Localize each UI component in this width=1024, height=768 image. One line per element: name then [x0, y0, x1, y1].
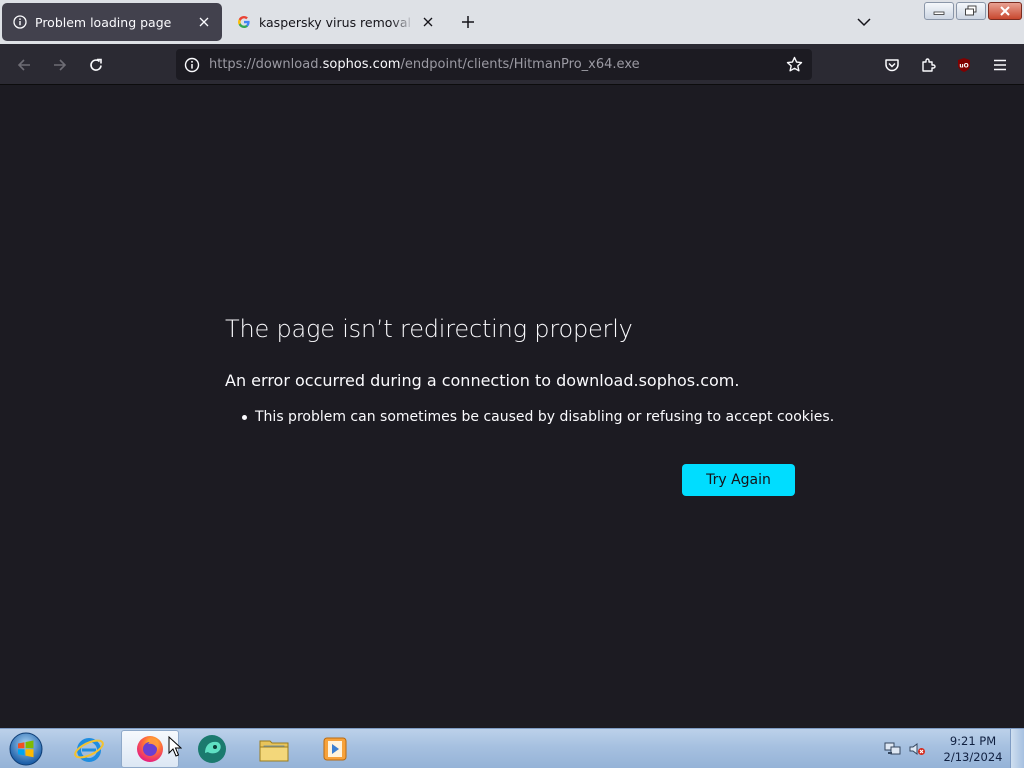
system-clock[interactable]: 9:21 PM 2/13/2024: [942, 733, 1004, 765]
mouse-cursor-icon: [168, 736, 182, 757]
error-reason-item: This problem can sometimes be caused by …: [242, 409, 834, 425]
taskbar: 9:21 PM 2/13/2024: [0, 728, 1024, 768]
extensions-button[interactable]: [915, 52, 941, 78]
error-page: The page isn’t redirecting properly An e…: [0, 85, 1024, 728]
restore-icon: [965, 5, 977, 16]
google-icon: [236, 14, 252, 30]
url-path: /endpoint/clients/HitmanPro_x64.exe: [400, 57, 640, 72]
close-tab-icon[interactable]: [420, 14, 436, 30]
system-tray: 9:21 PM 2/13/2024: [884, 729, 1004, 768]
back-arrow-icon: [17, 59, 30, 71]
taskbar-file-explorer[interactable]: [245, 730, 303, 768]
taskbar-media-player[interactable]: [306, 730, 364, 768]
network-icon[interactable]: [884, 740, 902, 758]
clock-date: 2/13/2024: [943, 750, 1003, 764]
tab-label: Problem loading page: [35, 14, 172, 30]
navigation-toolbar: https://download.sophos.com/endpoint/cli…: [0, 44, 1024, 85]
site-info-icon[interactable]: [177, 49, 207, 80]
clock-time: 9:21 PM: [949, 734, 997, 748]
close-icon: [1000, 6, 1010, 16]
puzzle-icon: [922, 58, 936, 72]
new-tab-button[interactable]: [458, 12, 478, 32]
url-text[interactable]: https://download.sophos.com/endpoint/cli…: [209, 57, 779, 72]
chat-browser-icon: [198, 735, 226, 763]
restore-button[interactable]: [956, 2, 986, 20]
close-window-button[interactable]: [988, 2, 1022, 20]
svg-text:uO: uO: [959, 63, 968, 70]
url-bar[interactable]: https://download.sophos.com/endpoint/cli…: [176, 49, 812, 80]
error-description: An error occurred during a connection to…: [225, 371, 740, 390]
bookmark-star-icon[interactable]: [779, 49, 809, 80]
chevron-down-icon: [857, 18, 871, 27]
reload-icon: [90, 58, 102, 71]
url-domain: sophos.com: [322, 57, 401, 72]
info-icon: [12, 14, 28, 30]
taskbar-browser-app[interactable]: [183, 730, 241, 768]
internet-explorer-icon: [74, 738, 104, 762]
tab-label: kaspersky virus removal - Goog: [259, 14, 414, 30]
volume-muted-icon[interactable]: [908, 740, 926, 758]
start-button[interactable]: [6, 730, 46, 768]
ublock-shield-icon: uO: [958, 58, 970, 72]
error-title: The page isn’t redirecting properly: [225, 315, 633, 343]
pocket-button[interactable]: [879, 52, 905, 78]
show-desktop-button[interactable]: [1010, 729, 1024, 768]
forward-button[interactable]: [47, 52, 73, 78]
minimize-icon: [933, 11, 945, 15]
forward-arrow-icon: [54, 59, 67, 71]
windows-start-orb-icon: [9, 732, 43, 766]
taskbar-internet-explorer[interactable]: [60, 730, 118, 768]
window-controls: [924, 2, 1022, 20]
url-prefix: https://download.: [209, 57, 323, 72]
pocket-icon: [885, 59, 899, 72]
tab-google-search[interactable]: kaspersky virus removal - Goog: [228, 3, 444, 41]
folder-icon: [259, 740, 289, 762]
reload-button[interactable]: [83, 52, 109, 78]
hamburger-menu-icon: [994, 59, 1006, 71]
list-all-tabs-button[interactable]: [854, 12, 874, 32]
close-tab-icon[interactable]: [196, 14, 212, 30]
media-player-icon: [323, 737, 347, 761]
error-reason-text: This problem can sometimes be caused by …: [255, 409, 835, 425]
minimize-button[interactable]: [924, 2, 954, 20]
bullet-icon: [242, 414, 247, 420]
try-again-button[interactable]: Try Again: [682, 464, 795, 496]
plus-icon: [462, 16, 474, 28]
ublock-origin-button[interactable]: uO: [951, 52, 977, 78]
app-menu-button[interactable]: [987, 52, 1013, 78]
tab-problem-loading[interactable]: Problem loading page: [2, 3, 222, 41]
back-button[interactable]: [11, 52, 37, 78]
firefox-icon: [137, 736, 163, 762]
tab-strip: Problem loading page kaspersky virus rem…: [0, 0, 1024, 44]
